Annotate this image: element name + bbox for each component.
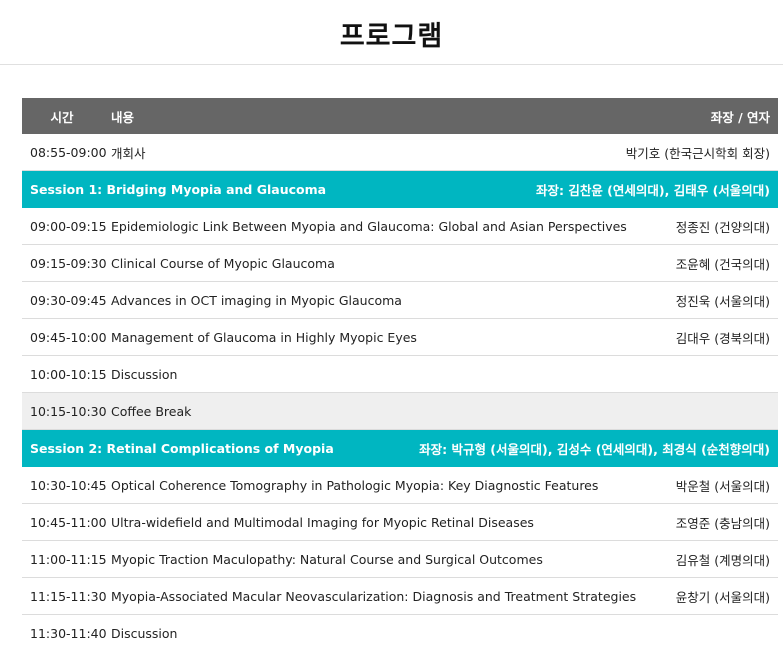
table-row: 10:30-10:45 Optical Coherence Tomography… [22,467,778,504]
row-title: Coffee Break [111,403,192,419]
row-speaker: 김대우 (경북의대) [675,330,770,346]
session-header-2: Session 2: Retinal Complications of Myop… [22,430,778,467]
row-time: 10:45-11:00 [30,514,107,530]
table-row: 09:00-09:15 Epidemiologic Link Between M… [22,208,778,245]
table-header-row: 시간 내용 좌장 / 연자 [22,98,778,134]
coffee-break-row: 10:15-10:30 Coffee Break [22,393,778,430]
row-title: Clinical Course of Myopic Glaucoma [111,255,335,271]
row-time: 10:15-10:30 [30,403,107,419]
row-title: Discussion [111,626,178,641]
header-time: 시간 [50,109,74,125]
row-speaker: 정종진 (건양의대) [675,219,770,235]
table-row: 11:00-11:15 Myopic Traction Maculopathy:… [22,541,778,578]
row-time: 09:30-09:45 [30,292,107,308]
program-table: 시간 내용 좌장 / 연자 08:55-09:00 개회사 박기호 (한국근시학… [22,98,778,652]
row-time: 11:00-11:15 [30,551,107,567]
row-time: 10:00-10:15 [30,366,107,382]
row-title: Discussion [111,366,178,382]
row-time: 09:45-10:00 [30,329,107,345]
row-title: 개회사 [111,145,146,161]
row-title: Optical Coherence Tomography in Patholog… [111,477,599,493]
header-speaker: 좌장 / 연자 [710,109,770,125]
session-chair: 좌장: 김찬윤 (연세의대), 김태우 (서울의대) [535,183,770,198]
row-title: Myopic Traction Maculopathy: Natural Cou… [111,551,543,567]
row-time: 11:30-11:40 [30,626,107,641]
row-time: 09:00-09:15 [30,218,107,234]
row-speaker: 김유철 (계명의대) [675,552,770,568]
session-chair: 좌장: 박규형 (서울의대), 김성수 (연세의대), 최경식 (순천향의대) [419,442,770,457]
header-content: 내용 [111,109,135,125]
table-row: 11:30-11:40 Discussion [22,615,778,652]
table-row: 10:45-11:00 Ultra-widefield and Multimod… [22,504,778,541]
row-speaker: 정진욱 (서울의대) [675,293,770,309]
row-speaker: 조윤혜 (건국의대) [675,256,770,272]
row-speaker: 박운철 (서울의대) [675,478,770,494]
row-speaker: 조영준 (충남의대) [675,515,770,531]
table-row: 09:15-09:30 Clinical Course of Myopic Gl… [22,245,778,282]
row-time: 10:30-10:45 [30,477,107,493]
row-time: 11:15-11:30 [30,588,107,604]
row-speaker: 박기호 (한국근시학회 회장) [625,145,770,161]
table-row: 09:45-10:00 Management of Glaucoma in Hi… [22,319,778,356]
row-title: Management of Glaucoma in Highly Myopic … [111,329,417,345]
session-header-1: Session 1: Bridging Myopia and Glaucoma … [22,171,778,208]
row-title: Ultra-widefield and Multimodal Imaging f… [111,514,534,530]
table-row: 08:55-09:00 개회사 박기호 (한국근시학회 회장) [22,134,778,171]
session-title: Session 2: Retinal Complications of Myop… [30,441,334,456]
page-header: 프로그램 [0,0,783,65]
row-time: 08:55-09:00 [30,144,107,160]
table-row: 09:30-09:45 Advances in OCT imaging in M… [22,282,778,319]
row-time: 09:15-09:30 [30,255,107,271]
row-speaker: 윤창기 (서울의대) [675,589,770,605]
page-title: 프로그램 [339,20,444,52]
row-title: Myopia-Associated Macular Neovasculariza… [111,588,637,604]
row-title: Epidemiologic Link Between Myopia and Gl… [111,218,627,234]
session-title: Session 1: Bridging Myopia and Glaucoma [30,182,327,197]
row-title: Advances in OCT imaging in Myopic Glauco… [111,292,402,308]
table-row: 11:15-11:30 Myopia-Associated Macular Ne… [22,578,778,615]
table-row: 10:00-10:15 Discussion [22,356,778,393]
